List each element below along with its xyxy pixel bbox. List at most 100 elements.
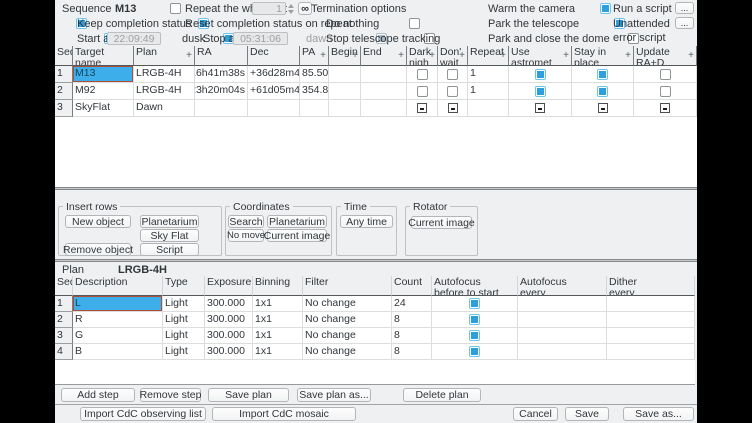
cell-checkbox[interactable]: [417, 69, 428, 80]
column-header-dec[interactable]: Dec: [248, 46, 300, 66]
cell-dark[interactable]: [407, 100, 438, 117]
cell-ra[interactable]: 23h20m04s: [195, 83, 248, 100]
save-plan-button[interactable]: Save plan: [208, 388, 289, 402]
cell-count[interactable]: 8: [392, 312, 432, 328]
column-header-name[interactable]: Target name: [73, 46, 134, 66]
column-header-af_every[interactable]: Autofocus every: [518, 276, 607, 296]
tristate-checkbox[interactable]: [660, 103, 670, 113]
cell-af_before[interactable]: [432, 312, 518, 328]
add-column-icon[interactable]: +: [625, 50, 631, 61]
script-button[interactable]: Script: [140, 243, 199, 256]
cell-count[interactable]: 24: [392, 296, 432, 312]
add-column-icon[interactable]: +: [563, 50, 569, 61]
horizontal-splitter[interactable]: [55, 187, 697, 190]
import-cdc-mosaic-button[interactable]: Import CdC mosaic: [212, 407, 356, 421]
column-header-count[interactable]: Count: [392, 276, 432, 296]
cell-binning[interactable]: 1x1: [253, 328, 303, 344]
cancel-button[interactable]: Cancel: [513, 407, 558, 421]
cell-dont[interactable]: [438, 100, 468, 117]
cell-checkbox[interactable]: [469, 330, 480, 341]
cell-plan[interactable]: LRGB-4H: [134, 83, 195, 100]
cell-checkbox[interactable]: [469, 314, 480, 325]
cell-repeat[interactable]: [468, 100, 509, 117]
tristate-checkbox[interactable]: [448, 103, 458, 113]
no-move-button[interactable]: No move: [228, 229, 264, 242]
insert-planetarium-button[interactable]: Planetarium: [140, 215, 199, 228]
cell-exposure[interactable]: 300.000: [205, 344, 253, 360]
cell-af_every[interactable]: [518, 328, 607, 344]
coords-planetarium-button[interactable]: Planetarium: [267, 215, 327, 228]
cell-exposure[interactable]: 300.000: [205, 328, 253, 344]
cell-dont[interactable]: [438, 83, 468, 100]
unattended-error-browse-button[interactable]: ...: [675, 17, 694, 29]
cell-checkbox[interactable]: [660, 86, 671, 97]
cell-filter[interactable]: No change: [303, 312, 392, 328]
column-header-ra[interactable]: RA: [195, 46, 248, 66]
cell-af_every[interactable]: [518, 344, 607, 360]
cell-stay[interactable]: [572, 83, 634, 100]
column-header-exposure[interactable]: Exposure: [205, 276, 253, 296]
cell-type[interactable]: Light: [163, 296, 205, 312]
cell-binning[interactable]: 1x1: [253, 312, 303, 328]
warm-camera-checkbox[interactable]: [600, 3, 611, 14]
cell-af_before[interactable]: [432, 344, 518, 360]
start-time-field[interactable]: 22:09:49: [107, 32, 161, 45]
cell-end[interactable]: [361, 83, 407, 100]
cell-checkbox[interactable]: [597, 86, 608, 97]
cell-repeat[interactable]: 1: [468, 66, 509, 83]
cell-af_every[interactable]: [518, 296, 607, 312]
cell-begin[interactable]: [329, 83, 361, 100]
column-header-binning[interactable]: Binning: [253, 276, 303, 296]
column-header-update[interactable]: Update RA+D from Planetar+: [634, 46, 697, 66]
cell-plan[interactable]: LRGB-4H: [134, 66, 195, 83]
column-header-pa[interactable]: PA+: [300, 46, 329, 66]
add-column-icon[interactable]: +: [352, 50, 358, 61]
cell-exposure[interactable]: 300.000: [205, 296, 253, 312]
cell-begin[interactable]: [329, 100, 361, 117]
save-plan-as-button[interactable]: Save plan as...: [297, 388, 371, 402]
column-header-af_before[interactable]: Autofocus before to start: [432, 276, 518, 296]
cell-end[interactable]: [361, 66, 407, 83]
cell-update[interactable]: [634, 83, 697, 100]
cell-astro[interactable]: [509, 100, 572, 117]
cell-checkbox[interactable]: [447, 86, 458, 97]
column-header-dark[interactable]: Dark nigh+: [407, 46, 438, 66]
column-header-repeat[interactable]: Repeat+: [468, 46, 509, 66]
cell-dec[interactable]: +61d05m43s: [248, 83, 300, 100]
cell-desc[interactable]: G: [73, 328, 163, 344]
cell-binning[interactable]: 1x1: [253, 344, 303, 360]
remove-step-button[interactable]: Remove step: [140, 388, 201, 402]
cell-af_before[interactable]: [432, 296, 518, 312]
column-header-end[interactable]: End+: [361, 46, 407, 66]
cell-pa[interactable]: 354.80: [300, 83, 329, 100]
horizontal-splitter-2[interactable]: [55, 259, 697, 262]
cell-stay[interactable]: [572, 100, 634, 117]
cell-dither[interactable]: [607, 344, 695, 360]
cell-desc[interactable]: L: [73, 296, 163, 312]
cell-name[interactable]: M13: [73, 66, 134, 83]
cell-count[interactable]: 8: [392, 328, 432, 344]
any-time-button[interactable]: Any time: [340, 215, 393, 228]
save-button[interactable]: Save: [565, 407, 609, 421]
spinner-arrows-icon[interactable]: [288, 2, 294, 15]
cell-checkbox[interactable]: [535, 86, 546, 97]
rotator-current-image-button[interactable]: Current image: [411, 216, 472, 229]
cell-dither[interactable]: [607, 312, 695, 328]
add-column-icon[interactable]: +: [429, 50, 435, 61]
cell-checkbox[interactable]: [417, 86, 428, 97]
coords-search-button[interactable]: Search: [228, 215, 264, 228]
tristate-checkbox[interactable]: [598, 103, 608, 113]
tristate-checkbox[interactable]: [417, 103, 427, 113]
cell-begin[interactable]: [329, 66, 361, 83]
cell-binning[interactable]: 1x1: [253, 296, 303, 312]
cell-filter[interactable]: No change: [303, 328, 392, 344]
add-column-icon[interactable]: +: [320, 50, 326, 61]
cell-af_before[interactable]: [432, 328, 518, 344]
cell-checkbox[interactable]: [597, 69, 608, 80]
column-header-desc[interactable]: Description: [73, 276, 163, 296]
add-column-icon[interactable]: +: [398, 50, 404, 61]
cell-dark[interactable]: [407, 66, 438, 83]
column-header-filter[interactable]: Filter: [303, 276, 392, 296]
tristate-checkbox[interactable]: [535, 103, 545, 113]
cell-desc[interactable]: B: [73, 344, 163, 360]
